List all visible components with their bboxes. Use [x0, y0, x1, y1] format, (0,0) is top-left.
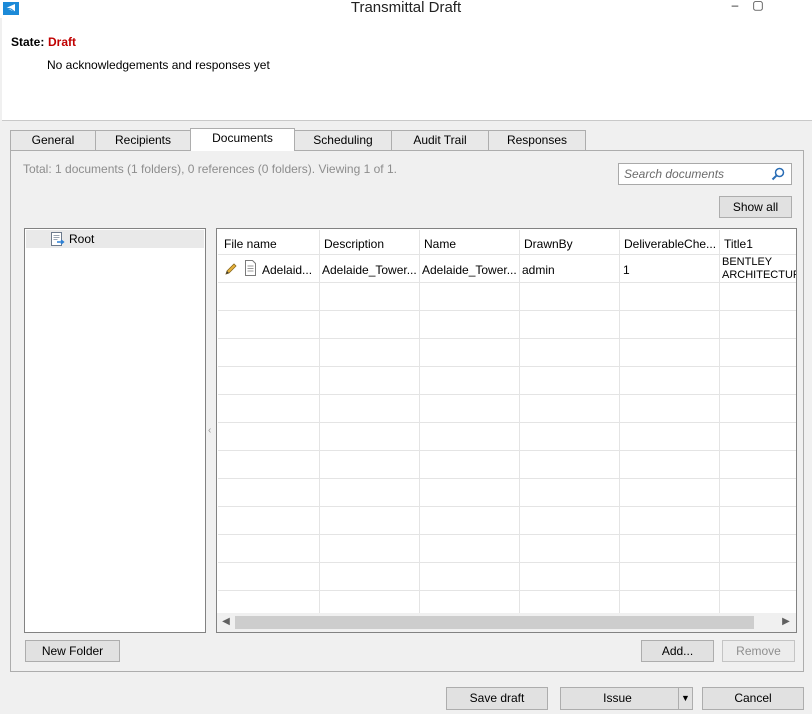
horizontal-scrollbar[interactable]: ◀ ▶: [217, 613, 796, 632]
acknowledgement-text: No acknowledgements and responses yet: [47, 58, 270, 72]
folder-document-icon: [51, 232, 65, 246]
documents-grid: File name Description Name DrawnBy Deliv…: [216, 228, 797, 633]
state-value: Draft: [48, 35, 77, 49]
tree-item-root[interactable]: Root: [26, 230, 204, 248]
tab-responses[interactable]: Responses: [488, 130, 586, 150]
cell-name[interactable]: Adelaide_Tower...: [422, 263, 518, 277]
scroll-right-icon[interactable]: ▶: [779, 615, 793, 629]
maximize-button[interactable]: ▢: [746, 0, 770, 12]
column-header-deliverable[interactable]: DeliverableChe...: [624, 237, 716, 251]
issue-button-label: Issue: [603, 691, 632, 705]
column-header-file-name[interactable]: File name: [224, 237, 316, 251]
minimize-button[interactable]: –: [723, 0, 747, 12]
cell-title1-line2[interactable]: ARCHITECTUR...: [722, 269, 796, 281]
column-header-name[interactable]: Name: [424, 237, 516, 251]
scrollbar-thumb[interactable]: [235, 616, 754, 629]
issue-dropdown-icon[interactable]: ▼: [678, 688, 692, 709]
remove-button[interactable]: Remove: [722, 640, 795, 662]
state-label: State:: [11, 35, 45, 49]
tree-item-label: Root: [69, 232, 95, 246]
pencil-icon: [225, 263, 237, 275]
column-header-title1[interactable]: Title1: [724, 237, 796, 251]
issue-button[interactable]: Issue ▼: [560, 687, 693, 710]
search-icon[interactable]: [771, 167, 785, 181]
save-draft-button[interactable]: Save draft: [446, 687, 548, 710]
search-box: [618, 163, 792, 185]
tab-recipients[interactable]: Recipients: [95, 130, 191, 150]
document-icon: [245, 260, 256, 276]
cell-deliverable[interactable]: 1: [623, 263, 719, 277]
window-title: Transmittal Draft: [350, 0, 462, 16]
splitter-grip-icon[interactable]: ‹: [208, 424, 214, 438]
column-header-drawn-by[interactable]: DrawnBy: [524, 237, 616, 251]
cancel-button[interactable]: Cancel: [702, 687, 804, 710]
tab-general[interactable]: General: [10, 130, 96, 150]
folder-tree: Root: [24, 228, 206, 633]
tab-audit-trail[interactable]: Audit Trail: [391, 130, 489, 150]
add-button[interactable]: Add...: [641, 640, 714, 662]
tab-scheduling[interactable]: Scheduling: [294, 130, 392, 150]
column-header-description[interactable]: Description: [324, 237, 416, 251]
new-folder-button[interactable]: New Folder: [25, 640, 120, 662]
documents-summary: Total: 1 documents (1 folders), 0 refere…: [23, 162, 397, 176]
cell-title1-line1[interactable]: BENTLEY: [722, 256, 796, 268]
cell-drawn-by[interactable]: admin: [522, 263, 618, 277]
scroll-left-icon[interactable]: ◀: [219, 615, 233, 629]
show-all-button[interactable]: Show all: [719, 196, 792, 218]
cell-description[interactable]: Adelaide_Tower...: [322, 263, 418, 277]
tab-documents[interactable]: Documents: [190, 128, 295, 151]
search-input[interactable]: [621, 165, 767, 183]
cell-file-name[interactable]: Adelaid...: [262, 263, 318, 277]
